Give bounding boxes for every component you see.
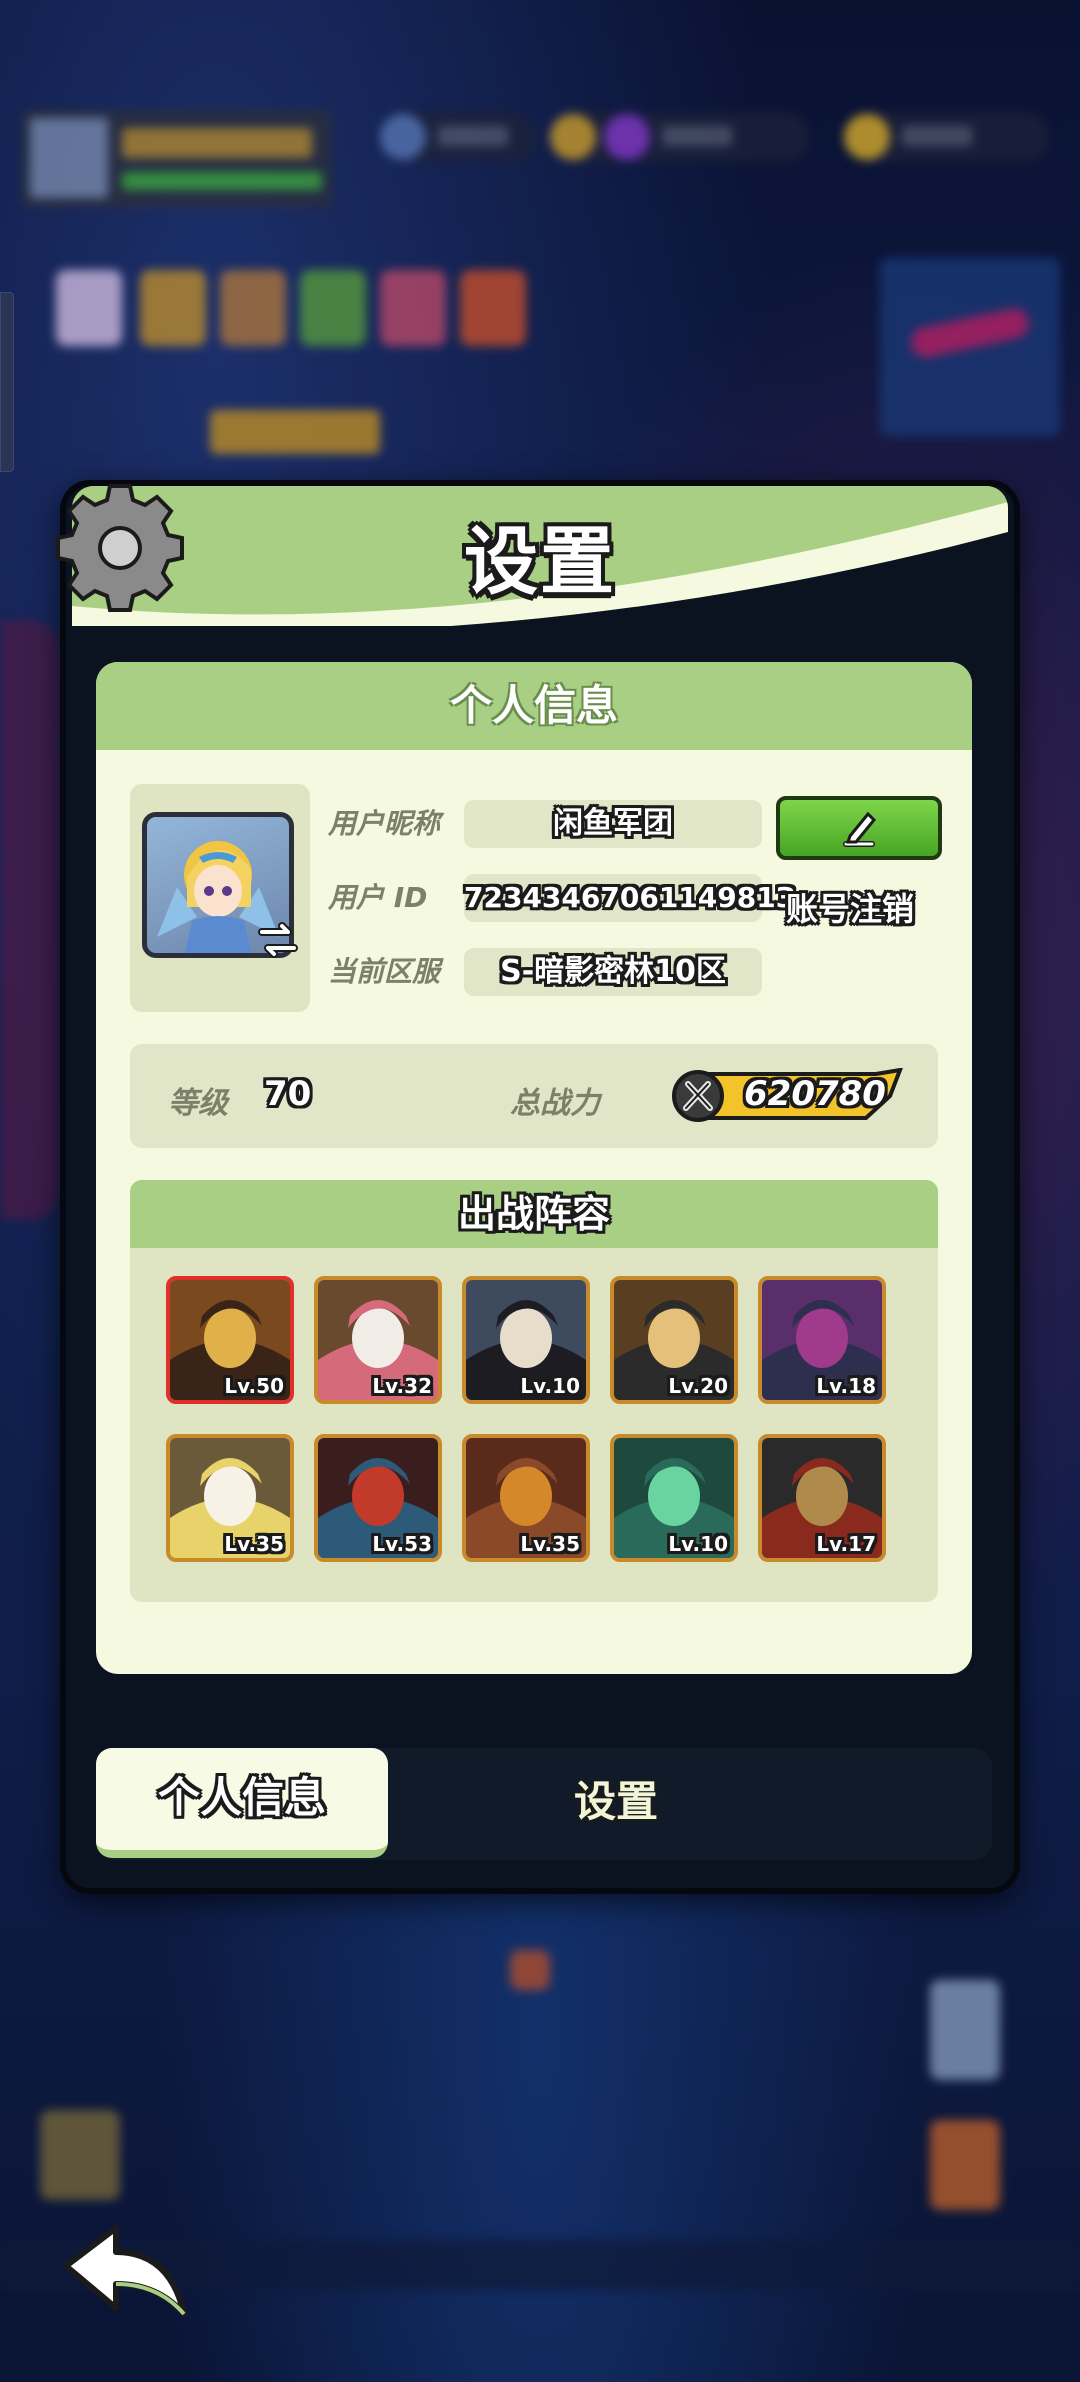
level-label: 等级 [168, 1086, 228, 1121]
background-resource-counter [844, 112, 1050, 162]
side-drawer-handle[interactable] [0, 292, 14, 472]
background-sprite [930, 2120, 1000, 2210]
avatar-container [130, 784, 310, 1012]
background-sprite [40, 2110, 120, 2200]
background-sprite [930, 1980, 1000, 2080]
hero-level: Lv.35 [520, 1532, 580, 1556]
hero-card[interactable]: Lv.10 [610, 1434, 738, 1562]
background-menu-icon [56, 270, 122, 346]
background-sprite [510, 1950, 550, 1990]
hero-level: Lv.18 [816, 1374, 876, 1398]
hero-card[interactable]: Lv.35 [166, 1434, 294, 1562]
background-menu-icon [380, 270, 446, 346]
background-menu-icon [300, 270, 366, 346]
settings-dialog: 设置 个人信息 用户昵称 闲鱼军团 用户 ID 7234346706114981… [56, 480, 1020, 1894]
profile-section-title: 个人信息 [96, 662, 972, 750]
hero-level: Lv.10 [668, 1532, 728, 1556]
tab-profile[interactable]: 个人信息 [96, 1748, 388, 1858]
lineup-title: 出战阵容 [130, 1180, 938, 1248]
server-value: S-暗影密林10区 [464, 948, 762, 996]
edit-nickname-button[interactable] [776, 796, 942, 860]
hero-level: Lv.17 [816, 1532, 876, 1556]
hero-level: Lv.10 [520, 1374, 580, 1398]
hero-card[interactable]: Lv.17 [758, 1434, 886, 1562]
tab-settings[interactable]: 设置 [496, 1752, 736, 1862]
hero-card[interactable]: Lv.50 [166, 1276, 294, 1404]
hero-card[interactable]: Lv.20 [610, 1276, 738, 1404]
background-minimap [880, 258, 1060, 436]
background-player-card [22, 110, 332, 208]
battle-lineup: 出战阵容 Lv.50 Lv.32 Lv.10 Lv.20 Lv.18 Lv.35 Lv.53… [130, 1180, 938, 1602]
dialog-title: 设置 [464, 519, 616, 605]
background-decoration [0, 620, 60, 1220]
server-label: 当前区服 [328, 955, 441, 988]
background-menu-icon [220, 270, 286, 346]
hero-level: Lv.32 [372, 1374, 432, 1398]
tab-settings-label: 设置 [573, 1777, 658, 1826]
back-arrow-icon[interactable] [58, 2222, 194, 2322]
gear-icon [50, 480, 190, 616]
user-id-label: 用户 ID [328, 881, 428, 914]
hero-level: Lv.53 [372, 1532, 432, 1556]
swap-avatar-icon[interactable] [256, 918, 300, 962]
pencil-icon [843, 811, 877, 847]
background-banner [210, 410, 380, 454]
background-menu-icon [140, 270, 206, 346]
user-id-value: 7234346706114981З [464, 874, 796, 922]
background-menu-icon [460, 270, 526, 346]
nickname-value: 闲鱼军团 [464, 800, 762, 848]
cancel-account-link[interactable]: 账号注销 [786, 884, 914, 930]
level-value: 70 [264, 1074, 312, 1114]
dialog-tabs: 个人信息 设置 [96, 1748, 992, 1860]
power-label: 总战力 [510, 1086, 600, 1121]
hero-card[interactable]: Lv.35 [462, 1434, 590, 1562]
hero-card[interactable]: Lv.53 [314, 1434, 442, 1562]
hero-level: Lv.35 [224, 1532, 284, 1556]
power-value: 620780 [744, 1074, 886, 1114]
hero-level: Lv.20 [668, 1374, 728, 1398]
dialog-header: 设置 [72, 486, 1008, 626]
background-resource-counter [604, 112, 810, 162]
hero-level: Lv.50 [224, 1374, 284, 1398]
tab-profile-label: 个人信息 [157, 1773, 326, 1822]
profile-panel: 个人信息 用户昵称 闲鱼军团 用户 ID 7234346706114981З 账… [96, 662, 972, 1674]
hero-card[interactable]: Lv.32 [314, 1276, 442, 1404]
background-resource-counter [380, 112, 536, 162]
stats-row: 等级 70 总战力 620780 [130, 1044, 938, 1148]
hero-card[interactable]: Lv.10 [462, 1276, 590, 1404]
hero-card[interactable]: Lv.18 [758, 1276, 886, 1404]
nickname-label: 用户昵称 [328, 807, 441, 840]
